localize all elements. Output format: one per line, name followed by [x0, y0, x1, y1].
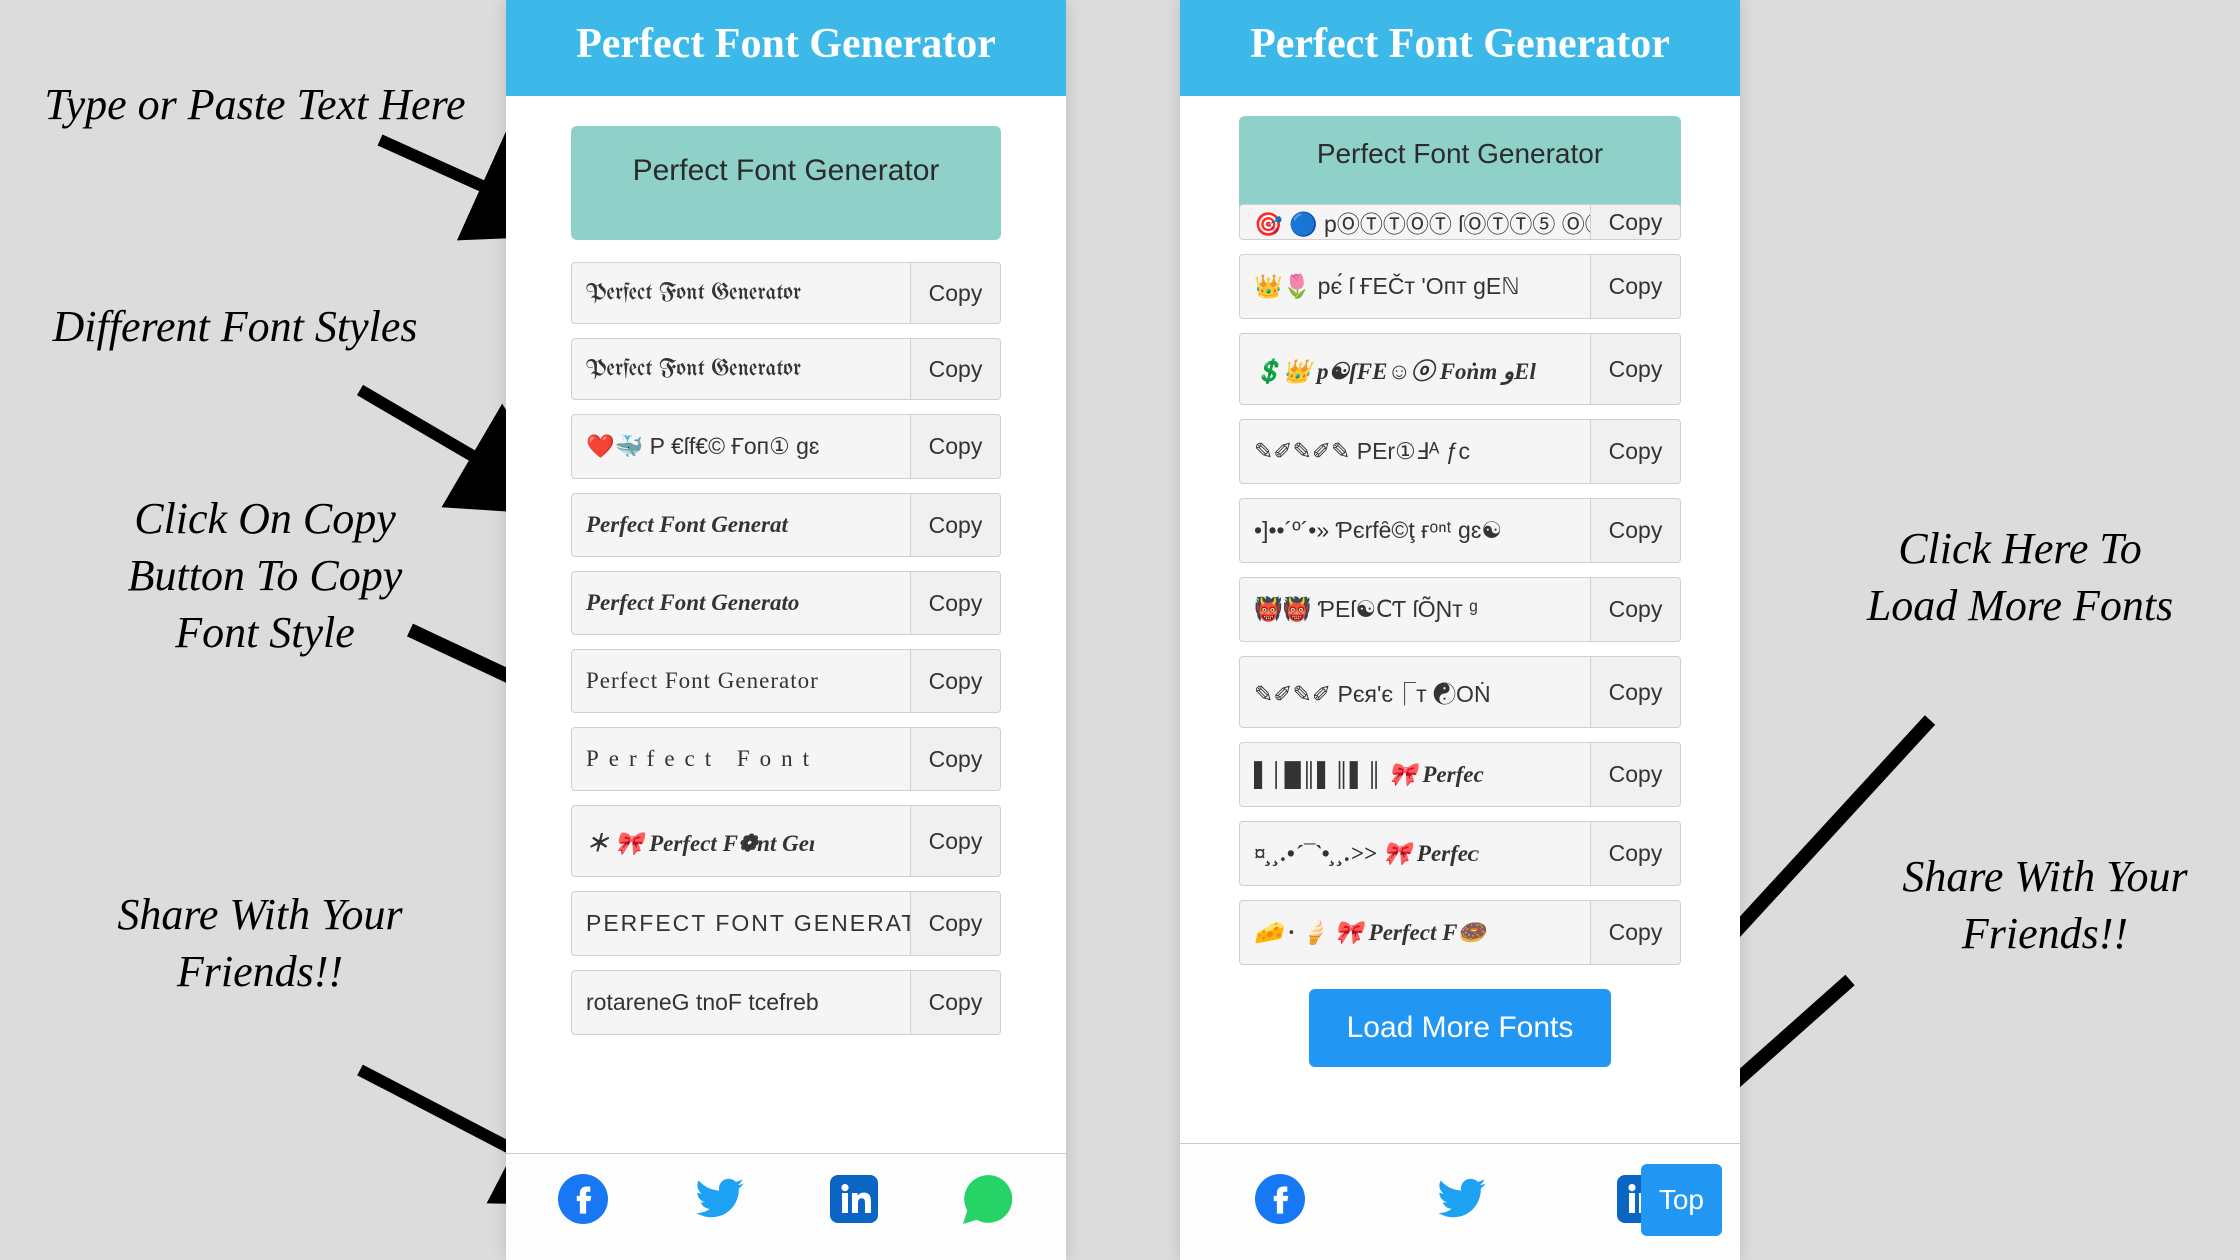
copy-button[interactable]: Copy	[1590, 334, 1680, 404]
font-row: 💲👑 p☯ſFE☺ⓞ Foṅт وElCopy	[1239, 333, 1681, 405]
styled-text: ✎✐✎✐✎ PEr①Ⅎᴬ ƒc	[1240, 420, 1590, 483]
copy-button[interactable]: Copy	[910, 339, 1000, 399]
facebook-icon[interactable]	[1255, 1174, 1305, 1236]
copy-button[interactable]: Copy	[1590, 822, 1680, 885]
font-row: Perfect Font GeneratorCopy	[571, 338, 1001, 400]
annotation-share-left: Share With Your Friends!!	[110, 886, 410, 1000]
styled-text: Perfect Font	[572, 728, 910, 790]
styled-text: ¤¸¸.•´¯`•¸¸.>> 🎀 Perfeᴄ	[1240, 822, 1590, 885]
font-row: PERFECT FONT GENERATORCopy	[571, 891, 1001, 956]
twitter-icon[interactable]	[692, 1172, 746, 1238]
phone-right: Perfect Font Generator Perfect Font Gene…	[1180, 0, 1740, 1260]
styled-text: rotareneG tnoF tcefreb	[572, 971, 910, 1034]
styled-text: Perfect Font Generator	[572, 339, 910, 399]
copy-button[interactable]: Copy	[910, 650, 1000, 712]
facebook-icon[interactable]	[558, 1174, 608, 1236]
styled-text: Perfect Font Generator	[572, 650, 910, 712]
font-row: Perfect FontCopy	[571, 727, 1001, 791]
styled-text: PERFECT FONT GENERATOR	[572, 892, 910, 955]
font-row: 👑🌷 pє́ ſ ҒЕČт 'Oпт gEℕCopy	[1239, 254, 1681, 319]
font-row: Perfect Font GeneratorCopy	[571, 649, 1001, 713]
styled-text: 🎯 🔵 pⓄⓉⓉⓄⓉ ſⓄⓉⓉ⑤ ⓄⓋ	[1240, 205, 1590, 239]
font-row: 👹👹 ƤЕſ☯ⅭƬ ſÕƝт ᵍCopy	[1239, 577, 1681, 642]
copy-button[interactable]: Copy	[910, 892, 1000, 955]
font-row: ＊ 🎀 Perfect F❁nt GeıCopy	[571, 805, 1001, 877]
styled-text: 💲👑 p☯ſFE☺ⓞ Foṅт وEl	[1240, 334, 1590, 404]
font-row: ¤¸¸.•´¯`•¸¸.>> 🎀 PerfeᴄCopy	[1239, 821, 1681, 886]
styled-text: ▌│█║▌║▌║ 🎀 Perfec	[1240, 743, 1590, 806]
copy-button[interactable]: Copy	[910, 572, 1000, 634]
font-row: •]••´º´•» Ƥєrfȇ©ţ ғᵒⁿᵗ gɛ☯Copy	[1239, 498, 1681, 563]
styled-text: 👹👹 ƤЕſ☯ⅭƬ ſÕƝт ᵍ	[1240, 578, 1590, 641]
linkedin-icon[interactable]	[830, 1175, 878, 1235]
styled-text: Perfect Font Generat	[572, 494, 910, 556]
styled-text: Perfect Font Generato	[572, 572, 910, 634]
load-more-button[interactable]: Load More Fonts	[1309, 989, 1612, 1067]
copy-button[interactable]: Copy	[910, 728, 1000, 790]
copy-button[interactable]: Copy	[1590, 499, 1680, 562]
top-button[interactable]: Top	[1641, 1164, 1722, 1236]
font-row-partial: 🎯 🔵 pⓄⓉⓉⓄⓉ ſⓄⓉⓉ⑤ ⓄⓋ Copy	[1239, 204, 1681, 240]
copy-button[interactable]: Copy	[1590, 578, 1680, 641]
copy-button[interactable]: Copy	[1590, 743, 1680, 806]
font-row: Perfect Font GeneratorCopy	[571, 262, 1001, 324]
twitter-icon[interactable]	[1434, 1172, 1488, 1238]
text-input[interactable]: Perfect Font Generator	[1239, 116, 1681, 214]
copy-button[interactable]: Copy	[1590, 255, 1680, 318]
copy-button[interactable]: Copy	[910, 494, 1000, 556]
copy-button[interactable]: Copy	[1590, 657, 1680, 727]
app-title: Perfect Font Generator	[506, 0, 1066, 96]
font-row: ▌│█║▌║▌║ 🎀 PerfecCopy	[1239, 742, 1681, 807]
annotation-different-styles: Different Font Styles	[50, 298, 420, 355]
whatsapp-icon[interactable]	[962, 1173, 1014, 1237]
copy-button[interactable]: Copy	[910, 806, 1000, 876]
font-row: ✎✐✎✐ Pєя'є⎾т ☯OṄCopy	[1239, 656, 1681, 728]
font-row: 🧀 · 🍦 🎀 Perfect F🍩Copy	[1239, 900, 1681, 965]
font-row: Perfect Font GeneratCopy	[571, 493, 1001, 557]
copy-button[interactable]: Copy	[1590, 901, 1680, 964]
styled-text: ❤️🐳 P €ſf€© Ғoп① gɛ	[572, 415, 910, 478]
styled-text: 👑🌷 pє́ ſ ҒЕČт 'Oпт gEℕ	[1240, 255, 1590, 318]
font-row: ❤️🐳 P €ſf€© Ғoп① gɛCopy	[571, 414, 1001, 479]
text-input[interactable]: Perfect Font Generator	[571, 126, 1001, 240]
font-row: ✎✐✎✐✎ PEr①Ⅎᴬ ƒcCopy	[1239, 419, 1681, 484]
copy-button[interactable]: Copy	[910, 971, 1000, 1034]
annotation-load-more: Click Here To Load More Fonts	[1850, 520, 2190, 634]
copy-button[interactable]: Copy	[910, 263, 1000, 323]
styled-text: ✎✐✎✐ Pєя'є⎾т ☯OṄ	[1240, 657, 1590, 727]
copy-button[interactable]: Copy	[1590, 205, 1680, 239]
styled-text: ＊ 🎀 Perfect F❁nt Geı	[572, 806, 910, 876]
copy-button[interactable]: Copy	[910, 415, 1000, 478]
app-title: Perfect Font Generator	[1180, 0, 1740, 96]
styled-text: 🧀 · 🍦 🎀 Perfect F🍩	[1240, 901, 1590, 964]
styled-text: •]••´º´•» Ƥєrfȇ©ţ ғᵒⁿᵗ gɛ☯	[1240, 499, 1590, 562]
font-row: Perfect Font GeneratoCopy	[571, 571, 1001, 635]
phone-left: Perfect Font Generator Perfect Font Gene…	[506, 0, 1066, 1260]
styled-text: Perfect Font Generator	[572, 263, 910, 323]
copy-button[interactable]: Copy	[1590, 420, 1680, 483]
share-bar	[506, 1153, 1066, 1260]
font-row: rotareneG tnoF tcefrebCopy	[571, 970, 1001, 1035]
